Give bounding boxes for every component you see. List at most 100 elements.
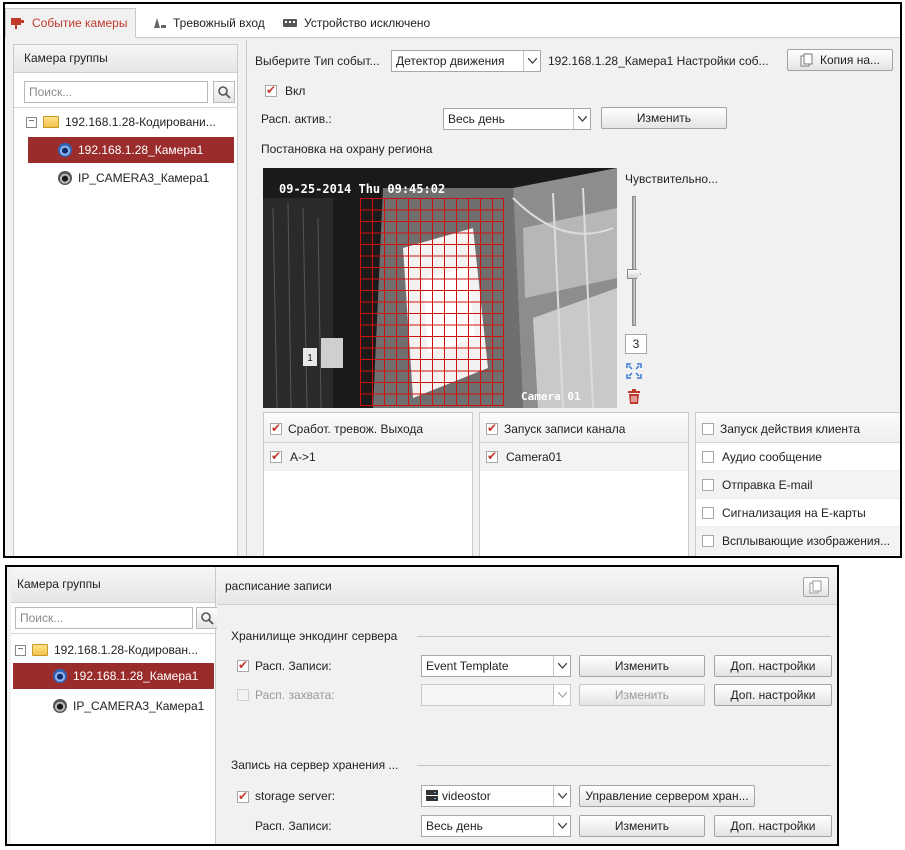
channel-record-item-checkbox[interactable] bbox=[486, 449, 498, 463]
schedule-select[interactable]: Весь день bbox=[443, 108, 591, 130]
camera-icon bbox=[53, 669, 67, 683]
channel-record-header-checkbox[interactable] bbox=[486, 421, 498, 435]
camera-group-sidebar: Камера группы Поиск... − 192.168.1.28-Ко… bbox=[13, 44, 238, 556]
enable-label: Вкл bbox=[285, 84, 306, 98]
client-action-item-checkbox[interactable] bbox=[702, 451, 714, 463]
camera-group-sidebar: Камера группы Поиск... − 192.168.1.28-Ко… bbox=[11, 567, 218, 844]
copy-button-label: Копия на... bbox=[820, 53, 880, 67]
copy-button[interactable] bbox=[803, 577, 829, 597]
edit-capture-schedule-button[interactable]: Изменить bbox=[579, 684, 705, 706]
storage-server-label: storage server: bbox=[255, 789, 336, 803]
svg-text:1: 1 bbox=[307, 353, 313, 364]
video-preview[interactable]: 1 09-25-2014 Thu 09:45:02 Camera 01 bbox=[263, 168, 617, 408]
enable-checkbox[interactable] bbox=[265, 83, 277, 97]
camera-icon bbox=[58, 171, 72, 185]
list-item[interactable]: Отправка E-mail bbox=[696, 471, 900, 499]
storage-server-value: videostor bbox=[442, 789, 491, 803]
chevron-down-icon bbox=[523, 51, 540, 71]
storage-server-select[interactable]: videostor bbox=[421, 785, 571, 807]
event-type-label: Выберите Тип событ... bbox=[255, 54, 380, 68]
list-item[interactable]: Camera01 bbox=[480, 443, 688, 471]
list-item[interactable]: A->1 bbox=[264, 443, 472, 471]
storage-server-checkbox[interactable] bbox=[237, 789, 249, 803]
copy-icon bbox=[809, 580, 822, 594]
sidebar-title: Камера группы bbox=[14, 45, 237, 73]
alarm-input-icon bbox=[151, 16, 167, 30]
tree-item-camera1[interactable]: 192.168.1.28_Камера1 bbox=[13, 663, 214, 689]
alarm-output-header-checkbox[interactable] bbox=[270, 421, 282, 435]
collapse-icon[interactable]: − bbox=[15, 644, 26, 656]
sensitivity-slider[interactable] bbox=[632, 196, 636, 326]
edit-record-schedule-button[interactable]: Изменить bbox=[579, 655, 705, 677]
client-action-list: Запуск действия клиента Аудио сообщение … bbox=[695, 412, 900, 556]
tree-node-label: 192.168.1.28-Кодирован... bbox=[54, 643, 199, 657]
event-type-select[interactable]: Детектор движения bbox=[391, 50, 541, 72]
capture-advanced-settings-button[interactable]: Доп. настройки bbox=[714, 684, 832, 706]
camera-event-icon bbox=[10, 16, 26, 30]
search-input[interactable]: Поиск... bbox=[24, 81, 208, 103]
tree-item-ipcamera3[interactable]: IP_CAMERA3_Камера1 bbox=[58, 167, 209, 189]
server-schedule-value: Весь день bbox=[426, 819, 483, 833]
edit-schedule-button[interactable]: Изменить bbox=[601, 107, 727, 129]
list-header: Запуск записи канала bbox=[480, 413, 688, 443]
alarm-output-item-checkbox[interactable] bbox=[270, 449, 282, 463]
chevron-down-icon bbox=[553, 656, 570, 676]
copy-icon bbox=[800, 53, 813, 67]
region-label: Постановка на охрану региона bbox=[261, 142, 433, 156]
tab-label: Тревожный вход bbox=[173, 16, 265, 30]
delete-icon[interactable] bbox=[627, 389, 641, 408]
copy-to-button[interactable]: Копия на... bbox=[787, 49, 893, 71]
client-action-item-checkbox[interactable] bbox=[702, 479, 714, 491]
motion-detection-grid[interactable] bbox=[360, 198, 504, 406]
sidebar-title: Камера группы bbox=[11, 567, 215, 603]
search-button[interactable] bbox=[213, 81, 235, 103]
tab-alarm-input[interactable]: Тревожный вход bbox=[151, 12, 265, 34]
server-section-title: Запись на сервер хранения ... bbox=[231, 758, 399, 772]
server-schedule-select[interactable]: Весь день bbox=[421, 815, 571, 837]
capture-schedule-label: Расп. захвата: bbox=[255, 688, 335, 702]
client-action-item-label: Аудио сообщение bbox=[722, 450, 822, 464]
record-schedule-title: расписание записи bbox=[225, 579, 332, 593]
record-schedule-checkbox[interactable] bbox=[237, 658, 249, 672]
search-input[interactable]: Поиск... bbox=[15, 607, 193, 629]
capture-schedule-checkbox[interactable] bbox=[237, 689, 249, 701]
camera-icon bbox=[58, 143, 72, 157]
client-action-item-checkbox[interactable] bbox=[702, 535, 714, 547]
record-schedule-header: расписание записи bbox=[217, 567, 837, 605]
tree-node-encoder[interactable]: − 192.168.1.28-Кодировани... bbox=[26, 111, 236, 133]
schedule-value: Весь день bbox=[448, 112, 505, 126]
tree-item-camera1[interactable]: 192.168.1.28_Камера1 bbox=[28, 137, 234, 163]
tree-node-encoder[interactable]: − 192.168.1.28-Кодирован... bbox=[15, 639, 215, 661]
event-config-panel: Событие камеры Тревожный вход Устройство… bbox=[3, 2, 902, 558]
tree-item-ipcamera3[interactable]: IP_CAMERA3_Камера1 bbox=[53, 695, 204, 717]
record-schedule-area: расписание записи Хранилище энкодинг сер… bbox=[217, 567, 837, 844]
tab-camera-event[interactable]: Событие камеры bbox=[5, 8, 137, 38]
alarm-output-list: Сработ. тревож. Выхода A->1 bbox=[263, 412, 473, 556]
edit-server-schedule-button[interactable]: Изменить bbox=[579, 815, 705, 837]
tab-device-offline[interactable]: Устройство исключено bbox=[282, 12, 430, 34]
client-action-item-label: Всплывающие изображения... bbox=[722, 534, 891, 548]
search-icon bbox=[201, 612, 214, 625]
server-schedule-label: Расп. Записи: bbox=[255, 819, 332, 833]
client-action-header-checkbox[interactable] bbox=[702, 423, 714, 435]
fullscreen-icon[interactable] bbox=[626, 363, 642, 382]
client-action-item-checkbox[interactable] bbox=[702, 507, 714, 519]
record-schedule-select[interactable]: Event Template bbox=[421, 655, 571, 677]
list-item[interactable]: Всплывающие изображения... bbox=[696, 527, 900, 555]
search-button[interactable] bbox=[196, 607, 218, 629]
capture-schedule-select[interactable] bbox=[421, 684, 571, 706]
list-item[interactable]: Аудио сообщение bbox=[696, 443, 900, 471]
tree-item-label: IP_CAMERA3_Камера1 bbox=[73, 699, 205, 713]
manage-storage-server-button[interactable]: Управление сервером хран... bbox=[579, 785, 755, 807]
schedule-label: Расп. актив.: bbox=[261, 112, 332, 126]
list-item[interactable]: Сигнализация на E-карты bbox=[696, 499, 900, 527]
server-advanced-settings-button[interactable]: Доп. настройки bbox=[714, 815, 832, 837]
channel-record-list: Запуск записи канала Camera01 bbox=[479, 412, 689, 556]
chevron-down-icon bbox=[553, 685, 570, 705]
chevron-down-icon bbox=[553, 786, 570, 806]
advanced-settings-button[interactable]: Доп. настройки bbox=[714, 655, 832, 677]
collapse-icon[interactable]: − bbox=[26, 116, 37, 128]
sensitivity-label: Чувствительно... bbox=[625, 172, 719, 186]
sensitivity-value[interactable]: 3 bbox=[625, 334, 647, 354]
client-action-header: Запуск действия клиента bbox=[720, 422, 861, 436]
